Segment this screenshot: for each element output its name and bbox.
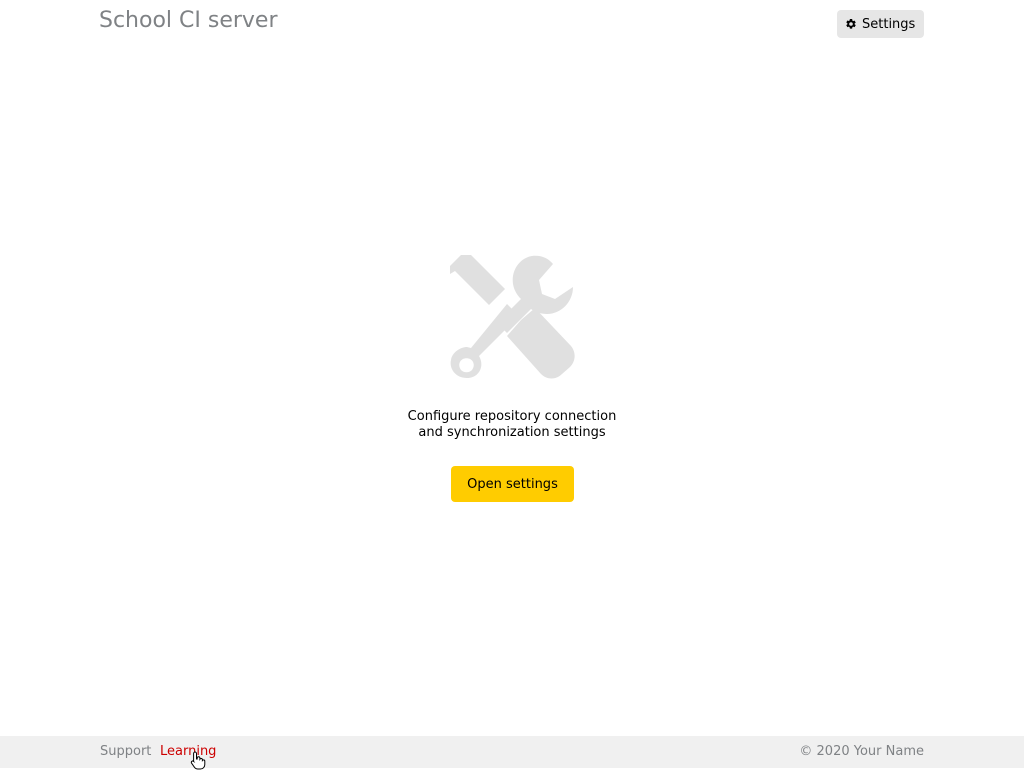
gear-icon	[846, 18, 856, 29]
tools-icon	[450, 255, 575, 379]
setup-message-line2: and synchronization settings	[418, 425, 606, 440]
footer: Support Learning © 2020 Your Name	[0, 736, 1024, 768]
copyright-text: © 2020 Your Name	[799, 744, 924, 759]
settings-button[interactable]: Settings	[837, 10, 924, 38]
main-content: Configure repository connection and sync…	[0, 48, 1024, 736]
setup-message-line1: Configure repository connection	[407, 409, 617, 424]
setup-message: Configure repository connection and sync…	[312, 409, 712, 441]
app-title: School CI server	[99, 8, 278, 33]
header: School CI server Settings	[0, 0, 1024, 48]
support-link[interactable]: Support	[100, 744, 151, 759]
hand-pointer-cursor-icon	[190, 751, 206, 770]
settings-button-label: Settings	[862, 16, 916, 32]
open-settings-button[interactable]: Open settings	[451, 466, 574, 502]
